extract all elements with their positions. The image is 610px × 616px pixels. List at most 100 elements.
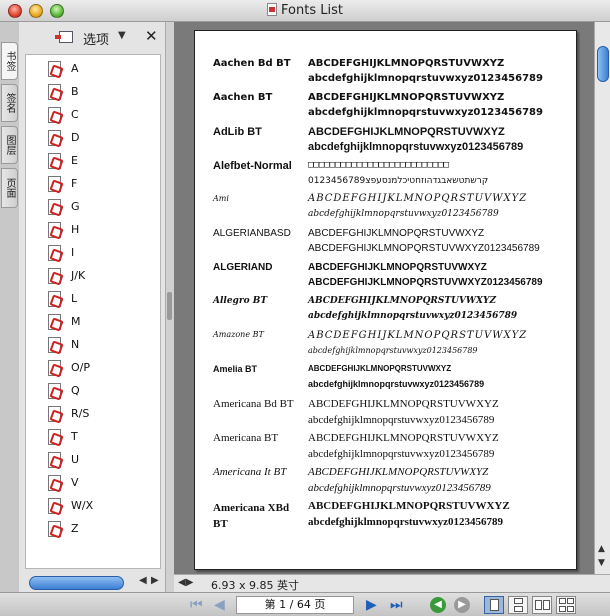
font-sample-upper: ABCDEFGHIJKLMNOPQRSTUVWXYZ bbox=[308, 296, 497, 306]
font-sample-lower: ABCDEFGHIJKLMNOPQRSTUVWXYZ0123456789 bbox=[308, 277, 543, 288]
navigation-tabs: 书签 签名 图层 页面 bbox=[0, 22, 19, 597]
bookmark-item[interactable]: N bbox=[26, 335, 160, 355]
vscroll-thumb[interactable] bbox=[597, 46, 609, 82]
panel-splitter[interactable] bbox=[166, 22, 174, 597]
pdf-bookmark-icon bbox=[48, 314, 61, 330]
bookmark-item[interactable]: C bbox=[26, 105, 160, 125]
bookmark-list: A B C D E F G H I J/K L M N O/P Q R/S T … bbox=[25, 54, 161, 569]
bookmark-label: Q bbox=[71, 384, 80, 397]
page-number-field[interactable]: 第 1 / 64 页 bbox=[236, 596, 354, 614]
bookmark-item[interactable]: R/S bbox=[26, 404, 160, 424]
bookmark-label: B bbox=[71, 85, 79, 98]
font-sample-upper: ABCDEFGHIJKLMNOPQRSTUVWXYZ bbox=[308, 126, 505, 138]
bookmark-item[interactable]: O/P bbox=[26, 358, 160, 378]
bookmark-options-icon[interactable] bbox=[55, 31, 73, 43]
previous-page-icon[interactable]: ◀ bbox=[214, 596, 225, 614]
scroll-down-icon[interactable]: ▼ bbox=[598, 558, 605, 568]
scroll-up-icon[interactable]: ▲ bbox=[598, 544, 605, 554]
font-name: Allegro BT bbox=[213, 296, 268, 306]
bookmark-label: R/S bbox=[71, 407, 90, 420]
bookmark-item[interactable]: D bbox=[26, 128, 160, 148]
pdf-bookmark-icon bbox=[48, 498, 61, 514]
bookmark-item[interactable]: Z bbox=[26, 519, 160, 539]
bookmark-item[interactable]: M bbox=[26, 312, 160, 332]
tab-bookmarks[interactable]: 书签 bbox=[1, 42, 18, 80]
bookmark-label: J/K bbox=[71, 269, 86, 282]
bookmark-item[interactable]: B bbox=[26, 82, 160, 102]
bookmark-item[interactable]: F bbox=[26, 174, 160, 194]
font-sample-upper: ABCDEFGHIJKLMNOPQRSTUVWXYZ bbox=[308, 364, 452, 373]
font-name: Americana BT bbox=[213, 432, 279, 444]
tab-signatures[interactable]: 签名 bbox=[1, 84, 18, 122]
font-name: Amelia BT bbox=[213, 364, 258, 374]
font-name: ALGERIANBASD bbox=[213, 228, 291, 239]
pdf-bookmark-icon bbox=[48, 406, 61, 422]
scroll-right-icon[interactable]: ▶ bbox=[151, 575, 159, 586]
continuous-facing-view-button[interactable] bbox=[556, 596, 576, 614]
navigation-toolbar: ⏮ ◀ 第 1 / 64 页 ▶ ⏭ ◀ ▶ bbox=[0, 592, 610, 616]
pdf-bookmark-icon bbox=[48, 245, 61, 261]
font-name: Aachen Bd BT bbox=[213, 58, 291, 69]
font-sample-upper: ABCDEFGHIJKLMNOPQRSTUVWXYZ bbox=[308, 228, 485, 239]
font-sample-upper: ABCDEFGHIJKLMNOPQRSTUVWXYZ bbox=[308, 432, 499, 444]
font-sample-upper: ABCDEFGHIJKLMNOPQRSTUVWXYZ bbox=[308, 92, 505, 103]
pdf-bookmark-icon bbox=[48, 130, 61, 146]
next-page-icon[interactable]: ▶ bbox=[366, 596, 377, 614]
bookmark-item[interactable]: W/X bbox=[26, 496, 160, 516]
bookmark-item[interactable]: T bbox=[26, 427, 160, 447]
pdf-bookmark-icon bbox=[48, 222, 61, 238]
pdf-bookmark-icon bbox=[48, 429, 61, 445]
bookmark-label: D bbox=[71, 131, 80, 144]
bookmark-item[interactable]: A bbox=[26, 59, 160, 79]
close-panel-button[interactable]: ✕ bbox=[145, 27, 158, 45]
go-forward-icon[interactable]: ▶ bbox=[454, 597, 470, 613]
continuous-view-button[interactable] bbox=[508, 596, 528, 614]
scroll-left-icon[interactable]: ◀ bbox=[139, 575, 147, 586]
bookmark-item[interactable]: L bbox=[26, 289, 160, 309]
bookmark-item[interactable]: J/K bbox=[26, 266, 160, 286]
font-sample-upper: ABCDEFGHIJKLMNOPQRSTUVWXYZ bbox=[308, 466, 489, 478]
bookmark-item[interactable]: H bbox=[26, 220, 160, 240]
status-bar: ◀▶ 6.93 x 9.85 英寸 bbox=[174, 574, 610, 592]
options-menu-label[interactable]: 选项 bbox=[83, 29, 109, 48]
go-back-icon[interactable]: ◀ bbox=[430, 597, 446, 613]
bookmark-item[interactable]: I bbox=[26, 243, 160, 263]
last-page-icon[interactable]: ⏭ bbox=[390, 596, 403, 614]
font-name: ALGERIAND bbox=[213, 262, 273, 273]
pdf-page: Aachen Bd BT ABCDEFGHIJKLMNOPQRSTUVWXYZ … bbox=[194, 30, 577, 570]
bookmark-item[interactable]: U bbox=[26, 450, 160, 470]
tab-layers[interactable]: 图层 bbox=[1, 126, 18, 164]
pdf-bookmark-icon bbox=[48, 337, 61, 353]
splitter-grip-icon[interactable] bbox=[167, 292, 172, 320]
bookmark-label: O/P bbox=[71, 361, 90, 374]
bookmark-label: I bbox=[71, 246, 75, 259]
font-name: Americana XBd BT bbox=[213, 502, 290, 530]
title-bar: Fonts List bbox=[0, 0, 610, 22]
document-proxy-icon[interactable] bbox=[267, 3, 278, 16]
bookmarks-panel: 选项 ▼ ✕ A B C D E F G H I J/K L M N O/P Q… bbox=[19, 22, 166, 597]
bookmark-item[interactable]: Q bbox=[26, 381, 160, 401]
first-page-icon[interactable]: ⏮ bbox=[190, 596, 203, 614]
font-sample-lower: קרשתטשאבגדהוזחטיכלמנסעפצ0123456789 bbox=[308, 176, 489, 186]
document-vscrollbar[interactable]: ▲ ▼ bbox=[594, 22, 610, 574]
font-sample-lower: ABCDEFGHIJKLMNOPQRSTUVWXYZ0123456789 bbox=[308, 243, 540, 254]
facing-view-button[interactable] bbox=[532, 596, 552, 614]
single-page-view-button[interactable] bbox=[484, 596, 504, 614]
bookmark-label: T bbox=[71, 430, 78, 443]
bookmark-list-hscrollbar[interactable]: ◀ ▶ bbox=[25, 574, 161, 592]
page-size-toggle-icon[interactable]: ◀▶ bbox=[178, 577, 193, 588]
font-name: Americana Bd BT bbox=[213, 398, 294, 410]
tab-pages[interactable]: 页面 bbox=[1, 168, 18, 208]
pdf-bookmark-icon bbox=[48, 84, 61, 100]
bookmark-item[interactable]: V bbox=[26, 473, 160, 493]
font-sample-lower: abcdefghijklmnopqrstuvwxyz0123456789 bbox=[308, 448, 495, 460]
pdf-bookmark-icon bbox=[48, 475, 61, 491]
document-view[interactable]: Aachen Bd BT ABCDEFGHIJKLMNOPQRSTUVWXYZ … bbox=[174, 22, 594, 574]
bookmark-label: C bbox=[71, 108, 79, 121]
bookmark-item[interactable]: E bbox=[26, 151, 160, 171]
bookmarks-panel-header: 选项 ▼ ✕ bbox=[19, 22, 166, 52]
pdf-bookmark-icon bbox=[48, 268, 61, 284]
chevron-down-icon[interactable]: ▼ bbox=[118, 30, 126, 41]
bookmark-item[interactable]: G bbox=[26, 197, 160, 217]
hscroll-thumb[interactable] bbox=[29, 576, 124, 590]
